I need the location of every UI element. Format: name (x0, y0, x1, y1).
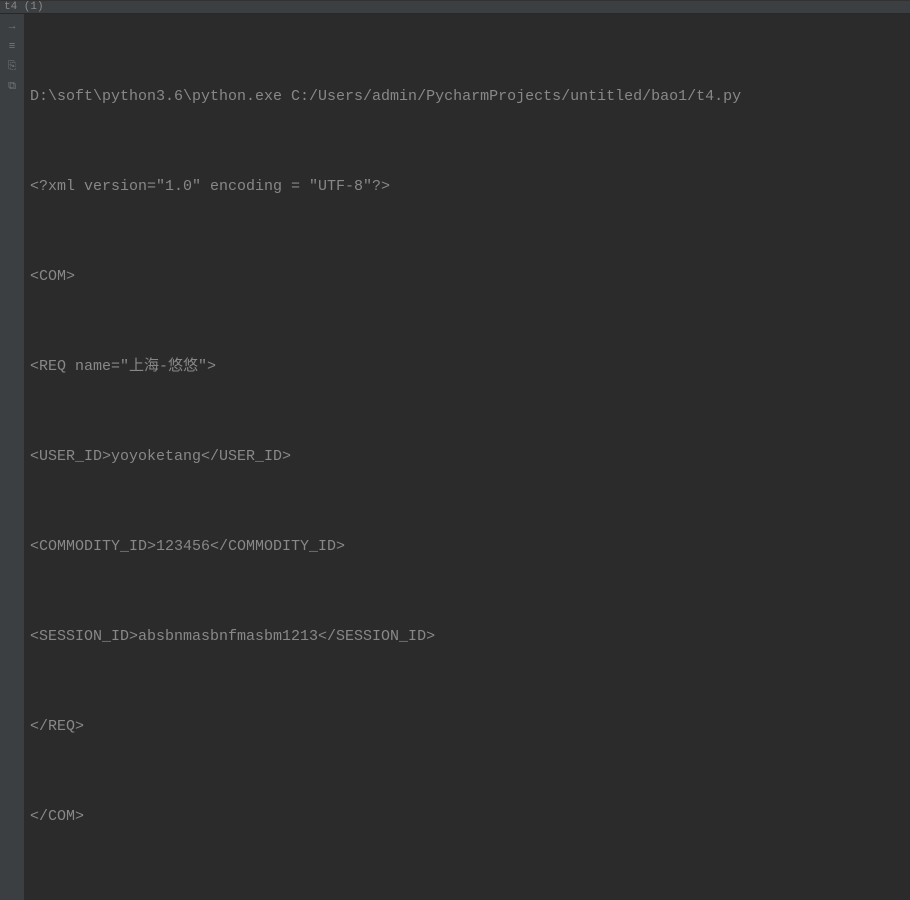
console-toolbar: → ≡ ⎘ ⧉ (0, 14, 24, 900)
console-line: <COMMODITY_ID>123456</COMMODITY_ID> (30, 532, 904, 562)
step-icon[interactable]: → (5, 20, 19, 34)
console-line: D:\soft\python3.6\python.exe C:/Users/ad… (30, 82, 904, 112)
breadcrumb-label: t4 (1) (4, 1, 44, 13)
list-icon[interactable]: ≡ (5, 40, 19, 54)
breadcrumb-bar: t4 (1) (0, 0, 910, 14)
console-line: <?xml version="1.0" encoding = "UTF-8"?> (30, 172, 904, 202)
console-line: <USER_ID>yoyoketang</USER_ID> (30, 442, 904, 472)
wrap-icon[interactable]: ⧉ (5, 80, 19, 94)
console-line: </REQ> (30, 712, 904, 742)
copy-icon[interactable]: ⎘ (5, 60, 19, 74)
run-console[interactable]: → ≡ ⎘ ⧉ D:\soft\python3.6\python.exe C:/… (0, 14, 910, 900)
console-line: <REQ name="上海-悠悠"> (30, 352, 904, 382)
console-line: <SESSION_ID>absbnmasbnfmasbm1213</SESSIO… (30, 622, 904, 652)
console-line: </COM> (30, 802, 904, 832)
console-line: <COM> (30, 262, 904, 292)
console-output[interactable]: D:\soft\python3.6\python.exe C:/Users/ad… (24, 14, 910, 900)
